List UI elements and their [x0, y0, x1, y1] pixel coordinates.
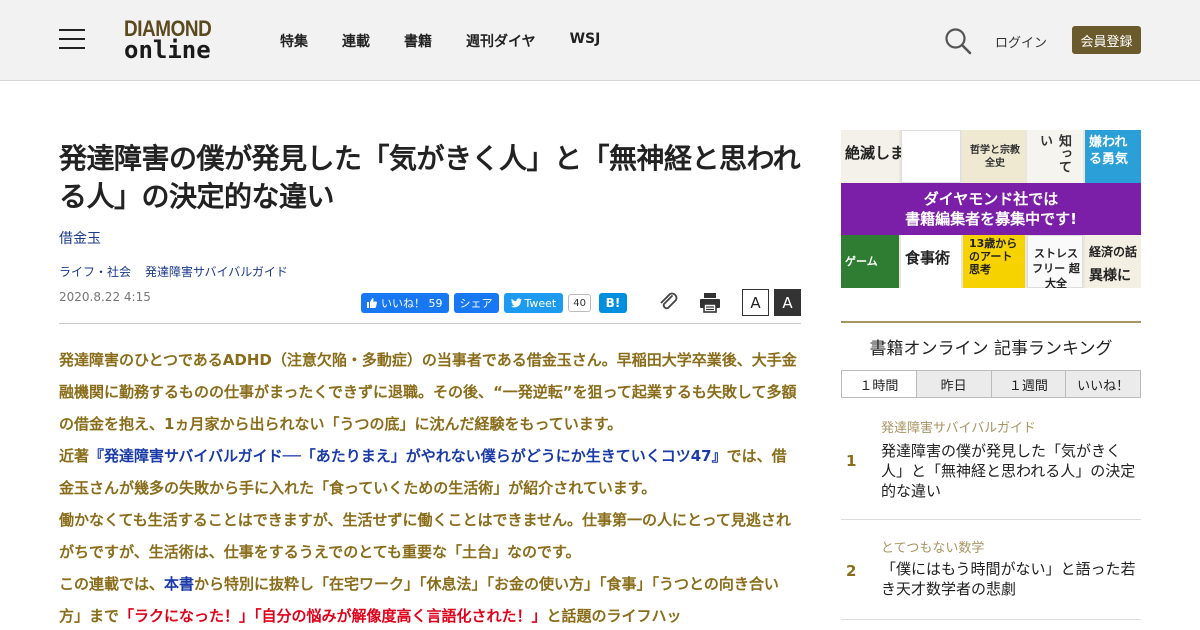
- ranking-item-2[interactable]: 2 とてつもない数学 「僕にはもう時間がない」と語った若き天才数学者の悲劇: [841, 530, 1141, 620]
- book-cover-text: 食事術: [905, 249, 951, 267]
- book-cover-text: ストレスフリー 超大全: [1032, 247, 1080, 288]
- ranking-top-border: [841, 321, 1141, 323]
- rank-category[interactable]: とてつもない数学: [881, 537, 984, 556]
- rank-headline[interactable]: 発達障害の僕が発見した「気がきく人」と「無神経と思われる人」の決定的な違い: [881, 441, 1139, 501]
- ranking-title: 書籍オンライン 記事ランキング: [869, 339, 1113, 359]
- book-cover: [901, 130, 961, 183]
- rank-number: 1: [846, 452, 857, 470]
- rank-headline[interactable]: 「僕にはもう時間がない」と語った若き天才数学者の悲劇: [881, 559, 1139, 599]
- nav-item-books[interactable]: 書籍: [404, 31, 432, 51]
- lead-p4-suffix: と話題のライフハッ: [546, 607, 682, 625]
- facebook-like-count: 59: [428, 296, 443, 310]
- author-link[interactable]: 借金玉: [59, 228, 101, 248]
- search-icon[interactable]: [944, 27, 972, 55]
- nav-item-weekly-diamond[interactable]: 週刊ダイヤ: [466, 31, 536, 51]
- lead-paragraph-2: 近著『発達障害サバイバルガイド──「あたりまえ」がやれない僕らがどうにか生きてい…: [59, 440, 801, 504]
- publish-date: 2020.8.22 4:15: [59, 290, 151, 304]
- twitter-bird-icon: [510, 298, 522, 308]
- lead-paragraph-3: 働かなくても生活することはできますが、生活せずに働くことはできません。仕事第一の…: [59, 511, 791, 561]
- main-nav: 特集 連載 書籍 週刊ダイヤ WSJ: [280, 31, 634, 51]
- logo-online-text: online: [124, 36, 211, 64]
- book-cover: 知ってい: [1027, 130, 1083, 183]
- book-cover-text: 異様に: [1089, 268, 1131, 284]
- font-size-small-button[interactable]: A: [742, 289, 769, 316]
- book-cover-text: ゲーム: [845, 255, 878, 268]
- tweet-label: Tweet: [524, 296, 557, 310]
- clip-icon[interactable]: [658, 292, 680, 312]
- tag-life-society[interactable]: ライフ・社会: [59, 263, 131, 280]
- book-cover: 13歳からのアート思考: [963, 235, 1025, 288]
- lead-p4-prefix: この連載では、: [59, 575, 165, 593]
- lead-p2-prefix: 近著: [59, 447, 90, 465]
- recruit-banner[interactable]: 絶滅しま 哲学と宗教 全史 知ってい 嫌われる勇気 ダイヤモンド社では 書籍編集…: [841, 130, 1141, 288]
- article-lead: 発達障害のひとつであるADHD（注意欠陥・多動症）の当事者である借金玉さん。早稲…: [59, 344, 801, 630]
- tab-likes[interactable]: いいね！: [1065, 371, 1140, 397]
- facebook-like-button[interactable]: いいね！ 59: [361, 293, 449, 313]
- book-cover-text: 知ってい: [1037, 134, 1071, 173]
- site-header: DIAMOND online 特集 連載 書籍 週刊ダイヤ WSJ ログイン 会…: [0, 0, 1200, 81]
- tab-yesterday[interactable]: 昨日: [915, 371, 991, 397]
- book-cover-text: 絶滅しま: [845, 144, 906, 162]
- book-title-link[interactable]: 『発達障害サバイバルガイド──「あたりまえ」がやれない僕らがどうにか生きていくコ…: [89, 447, 727, 465]
- print-icon[interactable]: [699, 292, 721, 313]
- lead-p4-highlight: 「ラクになった！」「自分の悩みが解像度高く言語化された！」: [119, 607, 547, 625]
- header-divider: [59, 323, 801, 324]
- lead-paragraph-4: この連載では、本書から特別に抜粋し「在宅ワーク」「休息法」「お金の使い方」「食事…: [59, 568, 801, 630]
- share-bar: いいね！ 59 シェア Tweet 40 B!: [361, 293, 627, 313]
- article-title: 発達障害の僕が発見した「気がきく人」と「無神経と思われる人」の決定的な違い: [59, 142, 801, 213]
- facebook-like-label: いいね！: [381, 297, 425, 310]
- banner-line-2: 書籍編集者を募集中です!: [905, 210, 1077, 228]
- tab-1-hour[interactable]: １時間: [842, 371, 916, 397]
- book-cover-text: 哲学と宗教 全史: [970, 145, 1020, 169]
- tab-1-week[interactable]: １週間: [990, 371, 1066, 397]
- menu-icon[interactable]: [59, 29, 85, 49]
- tweet-button[interactable]: Tweet: [503, 293, 564, 313]
- nav-item-series[interactable]: 連載: [342, 31, 370, 51]
- book-cover-text: 嫌われる勇気: [1089, 135, 1129, 167]
- login-link[interactable]: ログイン: [995, 32, 1047, 51]
- nav-item-feature[interactable]: 特集: [280, 31, 308, 51]
- banner-line-1: ダイヤモンド社では: [923, 190, 1059, 208]
- book-cover: ゲーム: [841, 235, 899, 288]
- rank-number: 2: [846, 562, 857, 580]
- banner-message: ダイヤモンド社では 書籍編集者を募集中です!: [841, 183, 1141, 235]
- book-cover: 食事術: [901, 235, 961, 288]
- facebook-share-button[interactable]: シェア: [453, 293, 499, 313]
- hatena-bookmark-button[interactable]: B!: [598, 293, 627, 313]
- rank-category[interactable]: 発達障害サバイバルガイド: [881, 417, 1036, 436]
- book-cover: 経済の話 異様に: [1085, 235, 1141, 288]
- nav-item-wsj[interactable]: WSJ: [570, 31, 601, 51]
- tag-series[interactable]: 発達障害サバイバルガイド: [145, 263, 288, 280]
- thumbs-up-icon: [367, 298, 377, 308]
- book-cover-text: 経済の話: [1089, 245, 1138, 259]
- ranking-item-1[interactable]: 1 発達障害サバイバルガイド 発達障害の僕が発見した「気がきく人」と「無神経と思…: [841, 412, 1141, 520]
- book-cover-text: 13歳からのアート思考: [969, 237, 1018, 276]
- book-cover: ストレスフリー 超大全: [1027, 235, 1083, 288]
- ranking-tabs: １時間 昨日 １週間 いいね！: [841, 370, 1141, 398]
- book-cover: 哲学と宗教 全史: [963, 130, 1025, 183]
- book-link[interactable]: 本書: [164, 575, 194, 593]
- lead-paragraph-1: 発達障害のひとつであるADHD（注意欠陥・多動症）の当事者である借金玉さん。早稲…: [59, 351, 797, 433]
- facebook-share-label: シェア: [459, 297, 493, 310]
- register-button[interactable]: 会員登録: [1072, 26, 1141, 54]
- book-cover: 嫌われる勇気: [1085, 130, 1141, 183]
- tweet-count: 40: [568, 294, 591, 312]
- site-logo[interactable]: DIAMOND online: [124, 16, 228, 64]
- font-size-large-button[interactable]: A: [774, 289, 801, 316]
- book-cover: 絶滅しま: [841, 130, 905, 183]
- article-tags: ライフ・社会 発達障害サバイバルガイド: [59, 263, 302, 280]
